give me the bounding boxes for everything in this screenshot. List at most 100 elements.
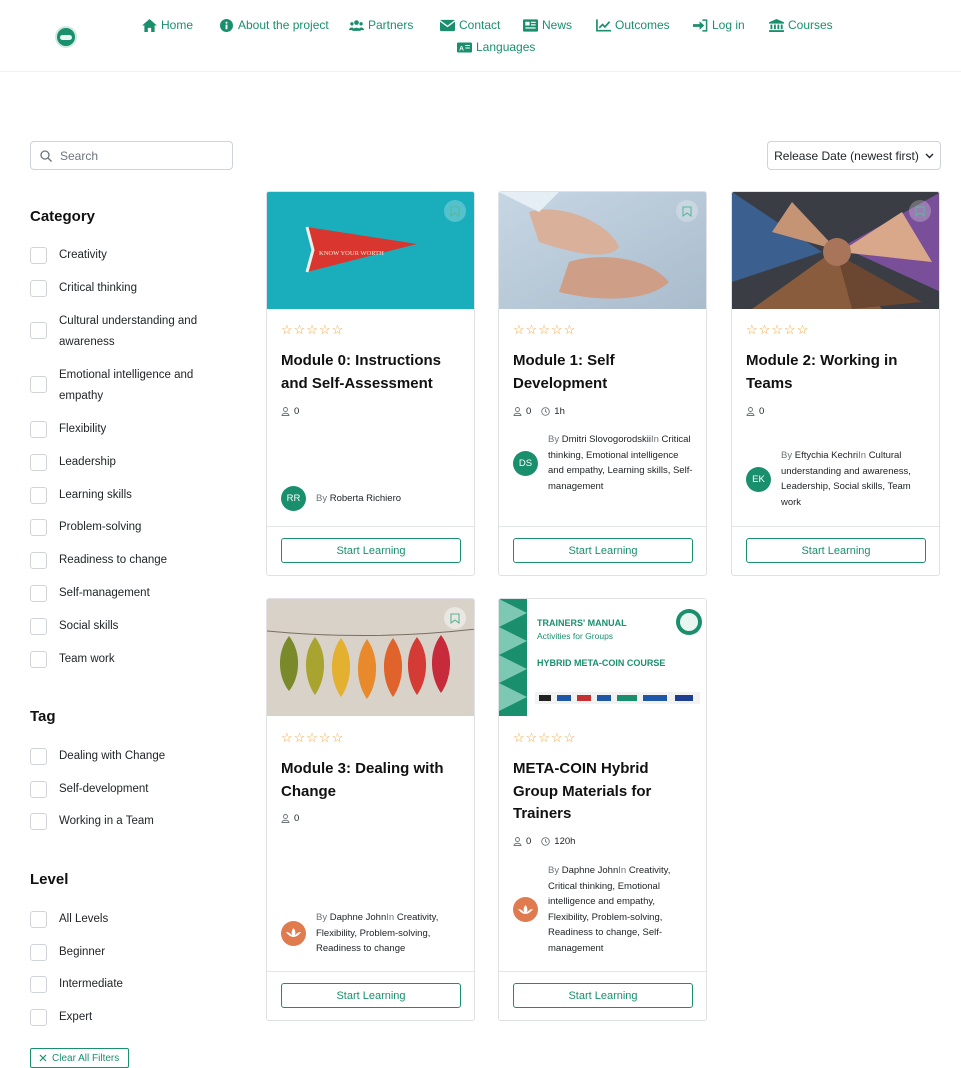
filter-category-emotional-intelligence[interactable]: Emotional intelligence and empathy	[30, 365, 230, 407]
nav-outcomes[interactable]: Outcomes	[596, 18, 670, 32]
filter-category-learning-skills[interactable]: Learning skills	[30, 485, 230, 506]
start-learning-button[interactable]: Start Learning	[513, 538, 693, 563]
course-title[interactable]: Module 1: Self Development	[513, 350, 695, 395]
nav-courses-label: Courses	[788, 18, 833, 32]
filter-category-leadership[interactable]: Leadership	[30, 452, 230, 473]
course-meta: 0 1h	[513, 406, 565, 417]
level-title: Level	[30, 871, 69, 888]
nav-languages[interactable]: A Languages	[457, 40, 535, 54]
filter-level-beginner[interactable]: Beginner	[30, 942, 230, 963]
filter-category-cultural-understanding[interactable]: Cultural understanding and awareness	[30, 311, 230, 353]
nav-courses[interactable]: Courses	[769, 18, 833, 32]
course-title[interactable]: Module 2: Working in Teams	[746, 350, 928, 395]
course-card-module-3[interactable]: ☆☆☆☆☆ Module 3: Dealing with Change 0 By…	[266, 598, 475, 1021]
avatar: RR	[281, 486, 306, 511]
filter-level-all[interactable]: All Levels	[30, 909, 230, 930]
filter-category-flexibility[interactable]: Flexibility	[30, 419, 230, 440]
course-title[interactable]: Module 0: Instructions and Self-Assessme…	[281, 350, 463, 395]
filter-category-critical-thinking[interactable]: Critical thinking	[30, 278, 230, 299]
course-thumbnail[interactable]	[732, 192, 939, 309]
filter-category-problem-solving[interactable]: Problem-solving	[30, 517, 230, 538]
checkbox[interactable]	[30, 911, 47, 928]
checkbox[interactable]	[30, 247, 47, 264]
nav-home[interactable]: Home	[142, 18, 193, 32]
card-footer: Start Learning	[267, 971, 474, 1020]
nav-news[interactable]: News	[523, 18, 572, 32]
filter-label: Emotional intelligence and empathy	[59, 369, 194, 402]
checkbox[interactable]	[30, 781, 47, 798]
filter-tag-dealing-with-change[interactable]: Dealing with Change	[30, 746, 230, 767]
checkbox[interactable]	[30, 519, 47, 536]
checkbox[interactable]	[30, 322, 47, 339]
filter-label: Social skills	[59, 620, 119, 632]
sort-select[interactable]: Release Date (newest first)	[767, 141, 941, 170]
bookmark-button[interactable]	[444, 607, 466, 629]
checkbox[interactable]	[30, 748, 47, 765]
checkbox[interactable]	[30, 585, 47, 602]
bookmark-button[interactable]	[909, 200, 931, 222]
author-name[interactable]: Daphne John	[562, 865, 619, 876]
start-learning-button[interactable]: Start Learning	[281, 538, 461, 563]
course-thumbnail[interactable]: TRAINERS' MANUAL Activities for Groups H…	[499, 599, 706, 716]
checkbox[interactable]	[30, 813, 47, 830]
filter-category-social-skills[interactable]: Social skills	[30, 616, 230, 637]
avatar	[281, 920, 306, 946]
filter-tag-self-development[interactable]: Self-development	[30, 779, 230, 800]
lotus-icon	[286, 928, 301, 938]
filter-tag-working-in-a-team[interactable]: Working in a Team	[30, 811, 230, 832]
course-title[interactable]: META-COIN Hybrid Group Materials for Tra…	[513, 758, 695, 826]
rating-stars: ☆☆☆☆☆	[513, 730, 577, 745]
start-learning-button[interactable]: Start Learning	[746, 538, 926, 563]
filter-category-creativity[interactable]: Creativity	[30, 245, 230, 266]
course-thumbnail[interactable]	[267, 599, 474, 716]
filter-level-intermediate[interactable]: Intermediate	[30, 974, 230, 995]
site-logo[interactable]	[55, 26, 77, 48]
checkbox[interactable]	[30, 280, 47, 297]
checkbox[interactable]	[30, 944, 47, 961]
start-learning-button[interactable]: Start Learning	[513, 983, 693, 1008]
card-footer: Start Learning	[267, 526, 474, 575]
checkbox[interactable]	[30, 487, 47, 504]
author-name[interactable]: Dmitri Slovogorodskii	[562, 434, 651, 445]
filter-category-self-management[interactable]: Self-management	[30, 583, 230, 604]
nav-home-label: Home	[161, 18, 194, 32]
search-box[interactable]	[30, 141, 233, 170]
clear-filters-button[interactable]: Clear All Filters	[30, 1048, 129, 1068]
nav-partners[interactable]: Partners	[349, 18, 413, 32]
nav-contact[interactable]: Contact	[440, 18, 500, 32]
checkbox[interactable]	[30, 1009, 47, 1026]
filter-label: Critical thinking	[59, 282, 137, 294]
checkbox[interactable]	[30, 421, 47, 438]
checkbox[interactable]	[30, 454, 47, 471]
checkbox[interactable]	[30, 618, 47, 635]
students-count: 0	[294, 406, 300, 417]
filter-category-team-work[interactable]: Team work	[30, 649, 230, 670]
checkbox[interactable]	[30, 651, 47, 668]
bookmark-button[interactable]	[444, 200, 466, 222]
checkbox[interactable]	[30, 976, 47, 993]
start-learning-button[interactable]: Start Learning	[281, 983, 461, 1008]
author-name[interactable]: Daphne John	[330, 912, 387, 923]
bookmark-button[interactable]	[676, 200, 698, 222]
filter-label: Intermediate	[59, 978, 123, 990]
course-card-meta-coin[interactable]: TRAINERS' MANUAL Activities for Groups H…	[498, 598, 707, 1021]
filter-category-readiness-to-change[interactable]: Readiness to change	[30, 550, 230, 571]
course-card-module-2[interactable]: ☆☆☆☆☆ Module 2: Working in Teams 0 EK By…	[731, 191, 940, 576]
author-name[interactable]: Roberta Richiero	[330, 493, 401, 504]
course-card-module-0[interactable]: KNOW YOUR WORTH ☆☆☆☆☆ Module 0: Instruct…	[266, 191, 475, 576]
course-categories[interactable]: Creativity, Critical thinking, Emotional…	[548, 865, 670, 954]
nav-about[interactable]: About the project	[219, 18, 329, 32]
checkbox[interactable]	[30, 552, 47, 569]
course-thumbnail[interactable]	[499, 192, 706, 309]
course-duration: 1h	[554, 406, 565, 417]
filter-level-expert[interactable]: Expert	[30, 1007, 230, 1028]
course-thumbnail[interactable]: KNOW YOUR WORTH	[267, 192, 474, 309]
course-card-module-1[interactable]: ☆☆☆☆☆ Module 1: Self Development 0 1h DS…	[498, 191, 707, 576]
nav-login[interactable]: Log in	[693, 18, 745, 32]
course-title[interactable]: Module 3: Dealing with Change	[281, 758, 463, 803]
author-name[interactable]: Eftychia Kechri	[795, 450, 858, 461]
bookmark-icon	[450, 205, 460, 217]
checkbox[interactable]	[30, 376, 47, 393]
rating-stars: ☆☆☆☆☆	[746, 322, 810, 337]
search-input[interactable]	[60, 148, 210, 163]
